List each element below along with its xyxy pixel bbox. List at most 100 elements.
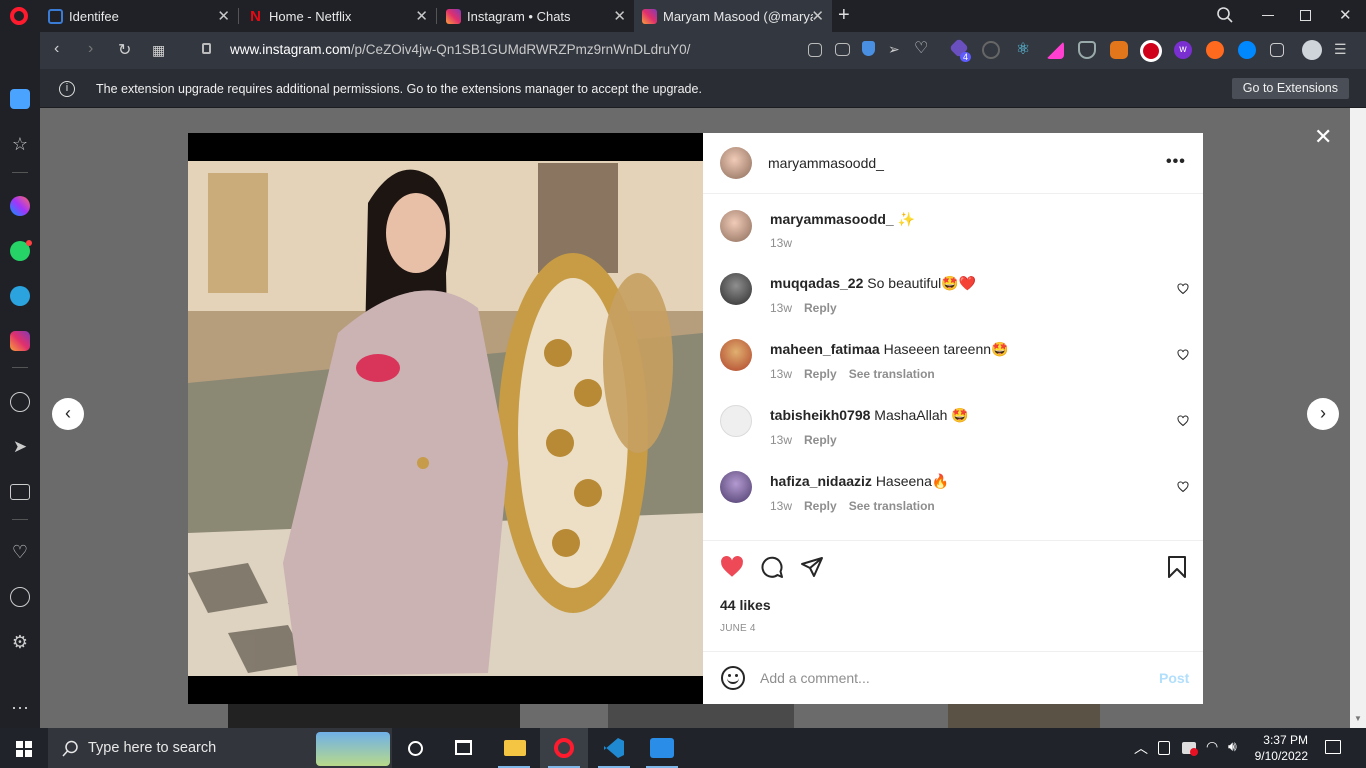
new-tab-button[interactable]: + (838, 4, 850, 27)
emoji-icon[interactable] (721, 666, 745, 690)
commenter-avatar[interactable] (720, 273, 752, 305)
messenger-icon[interactable] (10, 196, 30, 216)
url-field[interactable]: www.instagram.com/p/CeZOiv4jw-Qn1SB1GUMd… (230, 42, 690, 57)
metamask-icon[interactable] (1110, 41, 1128, 59)
cube-icon[interactable] (1270, 43, 1284, 57)
forward-button[interactable]: › (88, 40, 93, 58)
comment-icon[interactable] (760, 555, 784, 579)
caption-time[interactable]: 13w (770, 236, 792, 250)
caption-author-avatar[interactable] (720, 210, 752, 242)
vscode-app[interactable] (590, 728, 638, 768)
show-hidden-icons-chevron-icon[interactable]: ︿ (1134, 738, 1148, 758)
more-options-icon[interactable]: ••• (1166, 153, 1186, 171)
rocket-extension-icon[interactable] (1206, 41, 1224, 59)
close-icon[interactable]: ✕ (811, 7, 824, 25)
share-direct-icon[interactable] (800, 555, 824, 579)
video-editor-app[interactable] (638, 728, 686, 768)
settings-gear-icon[interactable]: ⚙ (10, 632, 30, 652)
next-post-button[interactable]: › (1307, 398, 1339, 430)
telegram-icon[interactable] (10, 286, 30, 306)
shazam-icon[interactable] (1238, 41, 1256, 59)
bookmarks-star-icon[interactable]: ☆ (10, 134, 30, 154)
liked-heart-icon[interactable] (719, 554, 745, 580)
shield-icon[interactable] (862, 41, 875, 56)
minimize-button[interactable] (1262, 15, 1274, 16)
opera-logo[interactable] (10, 7, 28, 25)
react-devtools-icon[interactable]: ⚛ (1014, 41, 1032, 59)
easy-setup-menu-icon[interactable]: ☰ (1334, 41, 1352, 59)
close-icon[interactable]: ✕ (217, 7, 230, 25)
commenter-avatar[interactable] (720, 405, 752, 437)
windows-start-icon[interactable] (16, 741, 32, 757)
reload-icon[interactable]: ↻ (118, 40, 131, 60)
cortana-icon[interactable] (408, 741, 423, 756)
commenter-avatar[interactable] (720, 339, 752, 371)
history-icon[interactable] (10, 587, 30, 607)
tab-instagram-chats[interactable]: Instagram • Chats ✕ (438, 0, 634, 32)
home-icon[interactable] (10, 89, 30, 109)
vpn-icon[interactable] (982, 41, 1000, 59)
w-extension-icon[interactable]: w (1174, 41, 1192, 59)
volume-icon[interactable]: 🔊︎ (1228, 738, 1237, 755)
instagram-icon[interactable] (10, 331, 30, 351)
meet-now-icon[interactable] (1158, 741, 1170, 755)
tab-maryam-masood[interactable]: Maryam Masood (@maryar ✕ (634, 0, 832, 32)
scroll-down-arrow[interactable]: ▼ (1354, 714, 1362, 723)
like-comment-icon[interactable] (1177, 349, 1189, 361)
reply-button[interactable]: Reply (804, 433, 837, 447)
send-icon[interactable]: ➤ (10, 437, 30, 457)
close-icon[interactable]: ✕ (415, 7, 428, 25)
player-icon[interactable] (10, 392, 30, 412)
close-window-button[interactable]: ✕ (1339, 6, 1352, 24)
see-translation-button[interactable]: See translation (849, 499, 935, 513)
edit-icon[interactable] (808, 43, 822, 57)
more-icon[interactable]: ⋯ (10, 698, 30, 718)
previous-post-button[interactable]: ‹ (52, 398, 84, 430)
record-extension-icon[interactable] (1140, 40, 1162, 62)
close-icon[interactable]: ✕ (613, 7, 626, 25)
back-button[interactable]: ‹ (54, 40, 59, 58)
reply-button[interactable]: Reply (804, 367, 837, 381)
save-bookmark-icon[interactable] (1165, 555, 1189, 579)
reply-button[interactable]: Reply (804, 499, 837, 513)
search-tabs-icon[interactable] (1216, 6, 1234, 29)
tab-netflix[interactable]: N Home - Netflix ✕ (240, 0, 436, 32)
post-photo[interactable] (188, 133, 703, 704)
wifi-icon[interactable]: ◠ (1206, 738, 1218, 755)
page-scrollbar[interactable]: ▼ (1350, 108, 1366, 728)
wallet-icon[interactable] (10, 484, 30, 500)
caption-username[interactable]: maryammasoodd_ (770, 211, 894, 227)
likes-count[interactable]: 44 likes (720, 597, 771, 613)
camera-icon[interactable] (835, 43, 850, 56)
comment-time[interactable]: 13w (770, 499, 792, 513)
comment-time[interactable]: 13w (770, 367, 792, 381)
post-author-username[interactable]: maryammasoodd_ (768, 155, 884, 171)
file-explorer-app[interactable] (490, 728, 538, 768)
opera-app[interactable] (540, 728, 588, 768)
restore-button[interactable] (1300, 10, 1311, 21)
comment-input[interactable]: Add a comment... (760, 670, 1140, 686)
notifications-icon[interactable] (1325, 740, 1341, 754)
comment-username[interactable]: muqqadas_22 (770, 275, 863, 291)
comment-time[interactable]: 13w (770, 433, 792, 447)
post-date[interactable]: JUNE 4 (720, 623, 756, 634)
author-avatar[interactable] (720, 147, 752, 179)
share-icon[interactable]: ➢ (888, 41, 906, 59)
taskbar-search-box[interactable]: Type here to search (48, 728, 392, 768)
heart-outline-icon[interactable]: ♡ (914, 41, 932, 59)
close-modal-icon[interactable]: ✕ (1314, 124, 1332, 150)
post-comment-button[interactable]: Post (1159, 670, 1189, 686)
heart-icon[interactable]: ♡ (10, 542, 30, 562)
like-comment-icon[interactable] (1177, 481, 1189, 493)
profile-avatar-icon[interactable] (1302, 40, 1322, 60)
taskbar-clock[interactable]: 3:37 PM 9/10/2022 (1255, 732, 1308, 764)
go-to-extensions-button[interactable]: Go to Extensions (1231, 78, 1349, 99)
comment-username[interactable]: tabisheikh0798 (770, 407, 870, 423)
like-comment-icon[interactable] (1177, 415, 1189, 427)
commenter-avatar[interactable] (720, 471, 752, 503)
tab-identifee[interactable]: Identifee ✕ (40, 0, 238, 32)
reply-button[interactable]: Reply (804, 301, 837, 315)
comment-username[interactable]: hafiza_nidaaziz (770, 473, 872, 489)
comment-username[interactable]: maheen_fatimaa (770, 341, 880, 357)
comment-time[interactable]: 13w (770, 301, 792, 315)
